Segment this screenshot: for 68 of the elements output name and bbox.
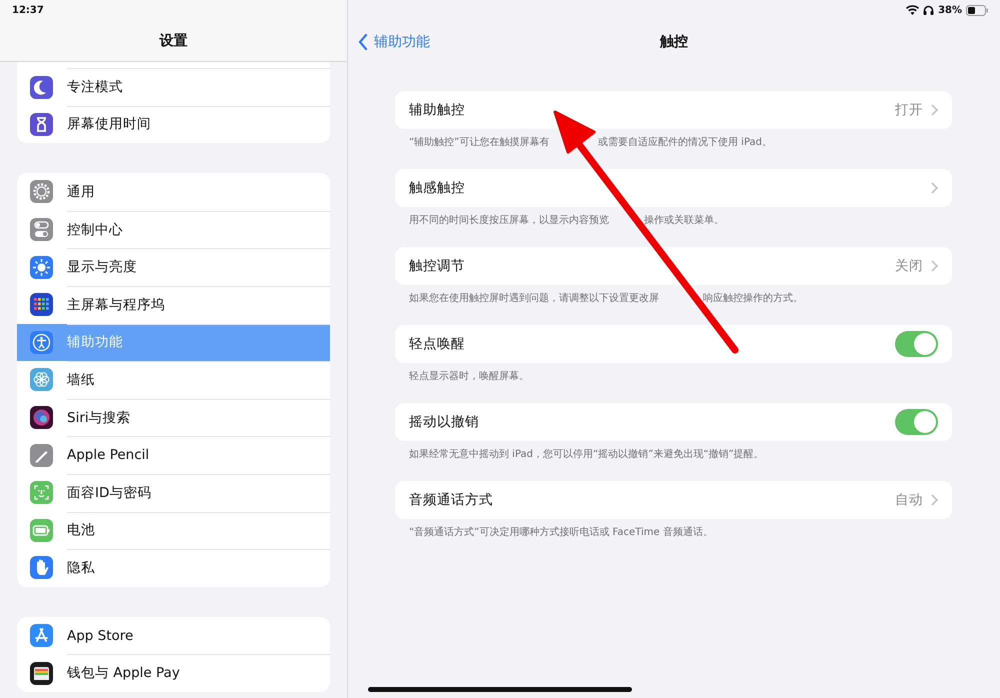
chevron-icon [931, 182, 938, 194]
wifi-icon [906, 5, 920, 15]
row-label: 辅助触控 [409, 101, 466, 119]
settings-row[interactable]: 辅助触控 打开 [395, 91, 952, 129]
row-value: 自动 [895, 491, 923, 509]
row-footnote: 如果您在使用触控屏时遇到问题，请调整以下设置更改屏 [409, 293, 659, 304]
hourglass-icon [30, 112, 53, 136]
sidebar-item[interactable]: 隐私 [17, 549, 330, 587]
orb-icon [30, 406, 53, 430]
sidebar-title: 设置 [160, 32, 188, 50]
row-label: 轻点唤醒 [409, 335, 466, 353]
sidebar-item[interactable]: Apple Pencil [17, 436, 330, 474]
settings-row[interactable]: 触控调节 关闭 [395, 247, 952, 285]
sidebar-item[interactable]: 控制中心 [17, 210, 330, 248]
back-chevron-icon [358, 34, 368, 50]
row-footnote: “音频通话方式”可决定用哪种方式接听电话或 FaceTime 音频通话。 [409, 527, 713, 538]
moon-icon [30, 76, 53, 99]
headphones-icon [923, 5, 934, 15]
toggle-switch[interactable] [895, 331, 938, 357]
row-footnote: 轻点显示器时，唤醒屏幕。 [409, 371, 529, 382]
settings-row[interactable]: 轻点唤醒 [395, 325, 952, 363]
row-footnote: 或需要自适应配件的情况下使用 iPad。 [598, 137, 772, 148]
battery-icon [30, 518, 53, 542]
row-footnote: 操作或关联菜单。 [644, 215, 724, 226]
status-time: 12:37 [12, 4, 44, 16]
sidebar-item[interactable]: 显示与亮度 [17, 248, 330, 286]
sun-icon [30, 256, 53, 279]
sidebar-item[interactable]: 面容ID与密码 [17, 474, 330, 512]
sidebar-item[interactable]: 电池 [17, 512, 330, 550]
gear-icon [30, 180, 53, 204]
row-label: 触感触控 [409, 179, 466, 197]
sidebar-item[interactable]: Siri与搜索 [17, 398, 330, 436]
face-icon [30, 481, 53, 504]
row-footnote: “辅助触控”可让您在触摸屏幕有 [409, 137, 550, 148]
chevron-icon [931, 494, 938, 506]
row-footnote: 响应触控操作的方式。 [703, 293, 803, 304]
row-value: 关闭 [895, 257, 923, 275]
pencil-icon [30, 444, 53, 467]
flower-icon [30, 368, 53, 392]
row-label: 音频通话方式 [409, 491, 494, 509]
sidebar-item[interactable]: 通用 [17, 173, 330, 211]
wallet-icon [30, 662, 53, 685]
row-footnote: 用不同的时间长度按压屏幕，以显示内容预览 [409, 215, 609, 226]
settings-row[interactable]: 音频通话方式 自动 [395, 481, 952, 519]
chevron-icon [931, 104, 938, 116]
row-label: 触控调节 [409, 257, 466, 275]
row-footnote: 如果经常无意中摇动到 iPad，您可以停用“摇动以撤销”来避免出现“撤销”提醒。 [409, 449, 764, 460]
hand-icon [30, 556, 53, 580]
back-button[interactable]: 辅助功能 [358, 33, 430, 51]
battery-percentage: 38% [938, 4, 962, 16]
appstore-icon [30, 624, 53, 648]
sidebar-item[interactable]: 屏幕使用时间 [17, 106, 330, 144]
sidebar-item[interactable]: 主屏幕与程序坞 [17, 286, 330, 324]
sidebar-item[interactable]: App Store [17, 616, 330, 654]
grid-icon [30, 293, 53, 316]
settings-row[interactable]: 摇动以撤销 [395, 403, 952, 441]
toggle-switch[interactable] [895, 409, 938, 435]
battery-icon [966, 4, 988, 16]
row-value: 打开 [895, 101, 923, 119]
chevron-icon [931, 260, 938, 272]
switches-icon [30, 218, 53, 242]
sidebar-item[interactable]: 墙纸 [17, 361, 330, 399]
settings-row[interactable]: 触感触控 [395, 169, 952, 207]
page-title: 触控 [660, 33, 688, 51]
sidebar-item[interactable]: 钱包与 Apple Pay [17, 654, 330, 692]
row-label: 摇动以撤销 [409, 413, 480, 431]
accessibility-icon [30, 330, 53, 354]
sidebar-item[interactable]: 专注模式 [67, 68, 330, 106]
